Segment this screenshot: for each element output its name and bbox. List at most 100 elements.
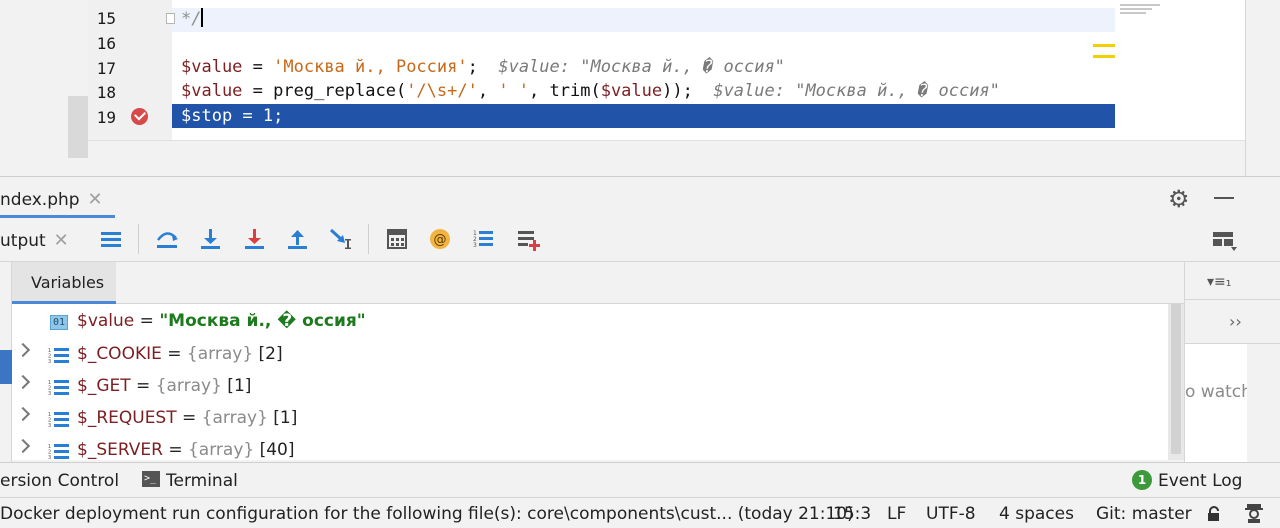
selected-frame-marker[interactable] xyxy=(0,350,12,384)
text-caret xyxy=(201,8,204,27)
toolbar-separator xyxy=(368,224,369,254)
variable-row[interactable]: 123 $_REQUEST = {array} [1] xyxy=(12,403,1168,435)
minimap xyxy=(1120,4,1160,20)
status-bar: Docker deployment run configuration for … xyxy=(0,497,1280,528)
watch-at-icon[interactable]: @ xyxy=(427,226,453,252)
step-into-icon[interactable] xyxy=(197,226,223,252)
hector-inspector-icon[interactable] xyxy=(1243,502,1265,524)
code-variable: $value xyxy=(600,81,663,101)
tab-label: ndex.php xyxy=(0,190,80,210)
watches-toolbar: ›› xyxy=(1185,304,1280,344)
tool-tab-terminal[interactable]: Terminal xyxy=(166,471,238,491)
tool-tab-event-log[interactable]: Event Log xyxy=(1158,471,1242,491)
expand-arrow-icon[interactable] xyxy=(15,374,31,390)
variable-entry: $_GET = {array} [1] xyxy=(77,376,251,396)
array-icon: 123 xyxy=(48,380,69,396)
variable-equals: = xyxy=(162,440,188,460)
variable-entry: $_COOKIE = {array} [2] xyxy=(77,344,283,364)
tab-variables[interactable]: Variables xyxy=(12,262,116,304)
numbered-list-icon[interactable]: 123 xyxy=(470,226,496,252)
code-punct: )); xyxy=(662,81,693,101)
code-comment: */ xyxy=(181,9,202,29)
git-branch[interactable]: Git: master xyxy=(1096,504,1192,524)
code-call: , trim( xyxy=(529,81,601,101)
watches-options-icon[interactable]: ▾≡₁ xyxy=(1207,274,1231,290)
file-encoding[interactable]: UTF-8 xyxy=(926,504,976,524)
warning-marker-icon[interactable] xyxy=(1093,44,1115,58)
variable-row[interactable]: 123 $_GET = {array} [1] xyxy=(12,371,1168,403)
close-icon[interactable]: ✕ xyxy=(54,230,69,251)
step-out-icon[interactable] xyxy=(284,226,310,252)
array-icon: 123 xyxy=(48,444,69,460)
fold-icon[interactable] xyxy=(166,13,175,24)
code-line-17: $value = 'Москва й., Россия'; $value: "М… xyxy=(181,57,785,77)
variable-row[interactable]: 123 $_SERVER = {array} [40] xyxy=(12,435,1168,460)
scrollbar-thumb[interactable] xyxy=(1171,304,1181,454)
variable-entry: $_REQUEST = {array} [1] xyxy=(77,408,297,428)
variable-count: [2] xyxy=(253,344,283,364)
editor-left-strip xyxy=(68,96,88,158)
watches-list[interactable]: o watch xyxy=(1185,344,1252,462)
status-message[interactable]: Docker deployment run configuration for … xyxy=(0,504,854,524)
evaluate-expression-icon[interactable] xyxy=(384,226,410,252)
variable-type: {array} xyxy=(201,408,268,428)
tool-tab-version-control[interactable]: ersion Control xyxy=(0,471,119,491)
editor-scrollbar[interactable] xyxy=(1245,0,1280,176)
close-icon[interactable]: ✕ xyxy=(88,189,103,210)
caret-position[interactable]: 15:3 xyxy=(833,504,871,524)
primitive-value-icon: 01 xyxy=(50,315,68,330)
layout-settings-icon[interactable] xyxy=(1212,230,1238,252)
variables-tree[interactable]: 01 $value = "Москва й., � оссия" 123 $_C… xyxy=(12,304,1168,460)
tab-label: utput xyxy=(0,231,46,251)
tab-label: Variables xyxy=(31,273,105,292)
variable-name: $value xyxy=(77,311,135,331)
code-operator: = xyxy=(242,57,274,77)
variables-scrollbar[interactable] xyxy=(1168,304,1184,460)
variable-equals: = xyxy=(134,311,160,331)
add-to-list-icon[interactable] xyxy=(515,226,541,252)
line-number: 16 xyxy=(96,34,116,53)
variable-value: "Москва й., � оссия" xyxy=(159,311,366,331)
svg-text:3: 3 xyxy=(48,359,51,364)
variable-name: $_COOKIE xyxy=(77,344,162,364)
run-to-cursor-icon[interactable] xyxy=(328,226,354,252)
expand-arrow-icon[interactable] xyxy=(15,438,31,454)
variable-equals: = xyxy=(176,408,202,428)
step-over-icon[interactable] xyxy=(154,226,180,252)
frames-list-icon[interactable] xyxy=(98,226,124,252)
variable-equals: = xyxy=(161,344,187,364)
tab-index-php[interactable]: ndex.php ✕ xyxy=(0,177,103,219)
line-number: 18 xyxy=(96,83,116,102)
terminal-icon[interactable]: >_ xyxy=(142,471,160,487)
tab-output[interactable]: utput ✕ xyxy=(0,230,69,251)
svg-text:3: 3 xyxy=(48,423,51,428)
variable-row[interactable]: 123 $_COOKIE = {array} [2] xyxy=(12,339,1168,371)
chevron-double-right-icon[interactable]: ›› xyxy=(1229,312,1242,331)
line-separator[interactable]: LF xyxy=(887,504,906,524)
expand-arrow-icon[interactable] xyxy=(15,406,31,422)
execution-line-highlight xyxy=(172,104,1115,128)
variable-count: [1] xyxy=(267,408,298,428)
gear-icon[interactable]: ⚙ xyxy=(1168,185,1190,213)
force-step-into-icon[interactable] xyxy=(241,226,267,252)
variable-name: $_REQUEST xyxy=(77,408,177,428)
variables-header: Variables xyxy=(12,262,1184,304)
minimize-icon[interactable] xyxy=(1214,197,1234,199)
svg-text:3: 3 xyxy=(473,242,477,249)
code-line-15: */ xyxy=(181,8,204,29)
code-string: ' ' xyxy=(498,81,530,101)
indent-setting[interactable]: 4 spaces xyxy=(999,504,1074,524)
line-number: 17 xyxy=(96,59,116,78)
event-log-badge[interactable]: 1 xyxy=(1132,470,1152,490)
code-variable: $value xyxy=(181,57,243,77)
code-editor[interactable]: 15 */ 16 17 $value = 'Москва й., Россия'… xyxy=(0,0,1280,176)
variable-row[interactable]: 01 $value = "Москва й., � оссия" xyxy=(12,306,1168,338)
watches-empty-hint: o watch xyxy=(1185,382,1252,402)
watches-edge xyxy=(1247,344,1280,462)
lock-icon[interactable] xyxy=(1206,506,1222,522)
breakpoint-check-icon[interactable] xyxy=(131,108,148,125)
svg-text:3: 3 xyxy=(48,391,51,396)
tool-window-bar: ersion Control >_ Terminal 1 Event Log xyxy=(0,462,1280,497)
line-number: 19 xyxy=(96,108,116,127)
expand-arrow-icon[interactable] xyxy=(15,342,31,358)
